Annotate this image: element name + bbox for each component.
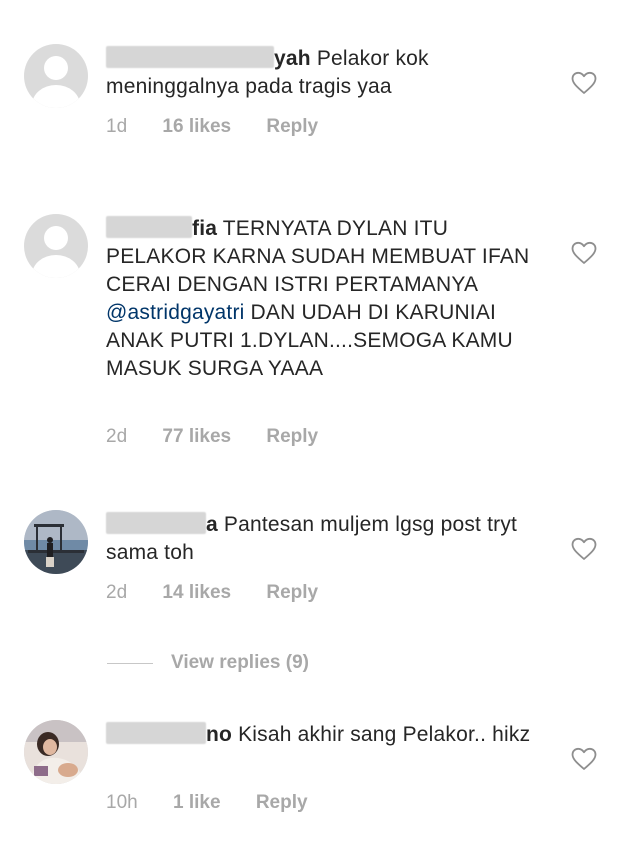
username-redacted[interactable] [106,512,206,534]
username-redacted[interactable] [106,46,274,68]
comment-time: 10h [106,792,138,813]
comment-meta: 10h 1 like Reply [106,792,308,814]
comment-meta: 2d 77 likes Reply [106,426,318,448]
avatar-head-shape [44,56,68,80]
avatar-head-shape [44,226,68,250]
pier-photo-image [24,510,88,574]
avatar-body-shape [32,255,80,278]
photo-avatar-person[interactable] [24,720,88,784]
comment-time: 2d [106,582,128,603]
likes-count[interactable]: 1 like [173,792,221,814]
comment-meta: 2d 14 likes Reply [106,582,318,604]
reply-button[interactable]: Reply [256,792,308,814]
comment-text: Kisah akhir sang Pelakor.. hikz [232,723,531,746]
avatar-body-shape [32,85,80,108]
default-avatar[interactable] [24,214,88,278]
username-visible[interactable]: a [206,513,218,536]
photo-avatar-pier[interactable] [24,510,88,574]
default-avatar[interactable] [24,44,88,108]
comment-text-block: a Pantesan muljem lgsg post tryt sama to… [106,511,536,567]
username-visible[interactable]: no [206,723,232,746]
view-replies-label[interactable]: View replies (9) [171,652,309,674]
reply-button[interactable]: Reply [266,582,318,604]
likes-count[interactable]: 77 likes [162,426,231,448]
username-visible[interactable]: yah [274,47,311,70]
heart-icon[interactable] [571,71,597,95]
comment-meta: 1d 16 likes Reply [106,116,318,138]
person-photo-image [24,720,88,784]
comment-text-block: yah Pelakor kok meninggalnya pada tragis… [106,45,536,101]
likes-count[interactable]: 14 likes [162,582,231,604]
reply-button[interactable]: Reply [266,116,318,138]
heart-icon[interactable] [571,537,597,561]
comment-text-block: fia TERNYATA DYLAN ITU PELAKOR KARNA SUD… [106,215,536,383]
username-visible[interactable]: fia [192,217,217,240]
comment-time: 1d [106,116,128,137]
username-redacted[interactable] [106,216,192,238]
mention-link[interactable]: @astridgayatri [106,301,245,324]
reply-button[interactable]: Reply [266,426,318,448]
heart-icon[interactable] [571,747,597,771]
view-replies-divider [107,663,153,664]
comment-time: 2d [106,426,128,447]
username-redacted[interactable] [106,722,206,744]
likes-count[interactable]: 16 likes [162,116,231,138]
heart-icon[interactable] [571,241,597,265]
comment-text-block: no Kisah akhir sang Pelakor.. hikz [106,721,536,749]
